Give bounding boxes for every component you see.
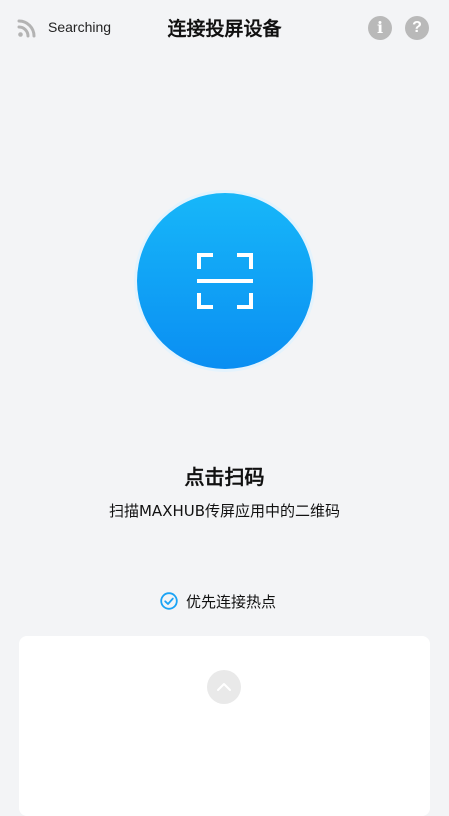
info-icon[interactable]: i: [368, 16, 392, 40]
expand-panel-button[interactable]: [207, 670, 241, 704]
scan-button[interactable]: [137, 193, 313, 369]
chevron-up-icon: [217, 683, 231, 691]
scan-qr-icon: [197, 253, 253, 309]
scan-subtitle: 扫描MAXHUB传屏应用中的二维码: [108, 502, 341, 520]
prefer-hotspot-label: 优先连接热点: [186, 592, 277, 611]
header-bar: Searching 连接投屏设备 i ?: [0, 0, 449, 58]
scan-title: 点击扫码: [184, 465, 265, 489]
help-icon[interactable]: ?: [405, 16, 429, 40]
prefer-hotspot-toggle[interactable]: 优先连接热点: [160, 590, 276, 612]
device-list-panel: [19, 636, 430, 816]
check-circle-icon[interactable]: [160, 592, 178, 610]
